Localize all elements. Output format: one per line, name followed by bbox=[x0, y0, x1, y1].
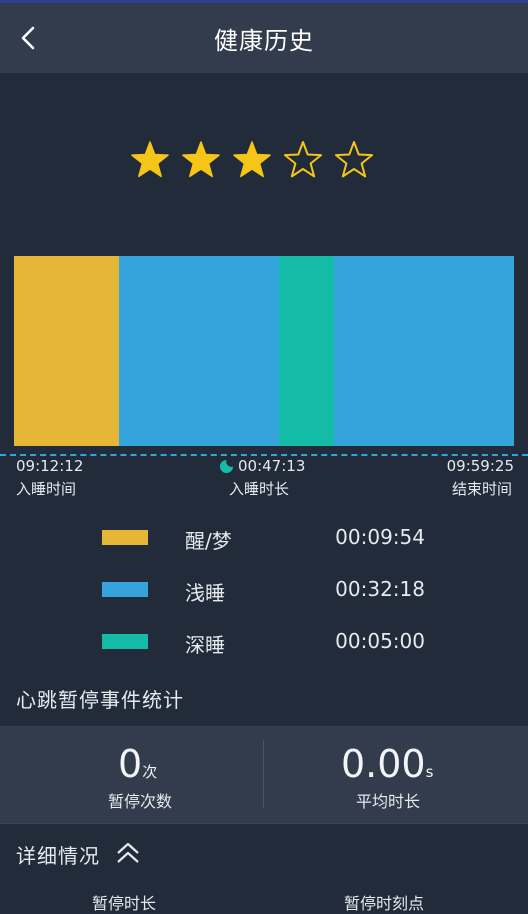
double-chevron-up-icon[interactable] bbox=[114, 840, 142, 866]
star-empty-icon bbox=[334, 141, 374, 178]
sleep-rating bbox=[0, 138, 528, 184]
apnea-count-value: 0次 bbox=[118, 742, 157, 786]
star-filled-icon bbox=[131, 141, 169, 178]
legend-swatch-deep bbox=[102, 634, 148, 649]
app-header: 健康历史 bbox=[0, 3, 528, 73]
apnea-count-number: 0 bbox=[118, 742, 143, 786]
sleep-segment-0 bbox=[14, 256, 119, 446]
apnea-avg-label: 平均时长 bbox=[355, 792, 420, 811]
sleep-segment-1 bbox=[119, 256, 279, 446]
apnea-avg-number: 0.00 bbox=[341, 742, 426, 786]
star-filled-icon bbox=[182, 141, 220, 178]
sleep-segment-2 bbox=[279, 256, 334, 446]
timeline-divider bbox=[0, 454, 528, 456]
legend-swatch-awake bbox=[102, 530, 148, 545]
end-time: 09:59:25 bbox=[446, 457, 514, 475]
star-filled-icon bbox=[233, 141, 271, 178]
detail-col-duration: 暂停时长 bbox=[92, 894, 157, 913]
legend-label-awake: 醒/梦 bbox=[185, 529, 232, 553]
moon-icon bbox=[219, 459, 234, 474]
legend-swatch-light bbox=[102, 582, 148, 597]
legend-label-light: 浅睡 bbox=[185, 581, 225, 605]
legend-time-light: 00:32:18 bbox=[335, 577, 425, 601]
apnea-avg-unit: s bbox=[425, 763, 434, 781]
sleep-duration: 00:47:13 bbox=[238, 457, 306, 475]
stat-divider bbox=[263, 740, 264, 808]
details-title: 详细情况 bbox=[16, 844, 100, 868]
details-row[interactable]: 详细情况 bbox=[0, 823, 528, 884]
legend-label-deep: 深睡 bbox=[185, 633, 225, 657]
star-empty-icon bbox=[283, 141, 323, 178]
detail-col-timepoint: 暂停时刻点 bbox=[344, 894, 425, 913]
start-time: 09:12:12 bbox=[16, 457, 84, 475]
sleep-segment-3 bbox=[334, 256, 514, 446]
apnea-count-label: 暂停次数 bbox=[107, 792, 172, 811]
start-time-label: 入睡时间 bbox=[16, 480, 77, 498]
end-time-label: 结束时间 bbox=[451, 480, 512, 498]
page-title: 健康历史 bbox=[214, 26, 314, 55]
legend-time-awake: 00:09:54 bbox=[335, 525, 425, 549]
apnea-count-unit: 次 bbox=[142, 763, 158, 781]
chevron-left-icon[interactable] bbox=[14, 23, 44, 53]
apnea-section-title: 心跳暂停事件统计 bbox=[16, 688, 184, 712]
apnea-stats-panel: 0次 暂停次数 0.00s 平均时长 bbox=[0, 726, 528, 823]
apnea-avg-value: 0.00s bbox=[341, 742, 433, 786]
sleep-duration-label: 入睡时长 bbox=[229, 480, 290, 498]
legend-time-deep: 00:05:00 bbox=[335, 629, 425, 653]
